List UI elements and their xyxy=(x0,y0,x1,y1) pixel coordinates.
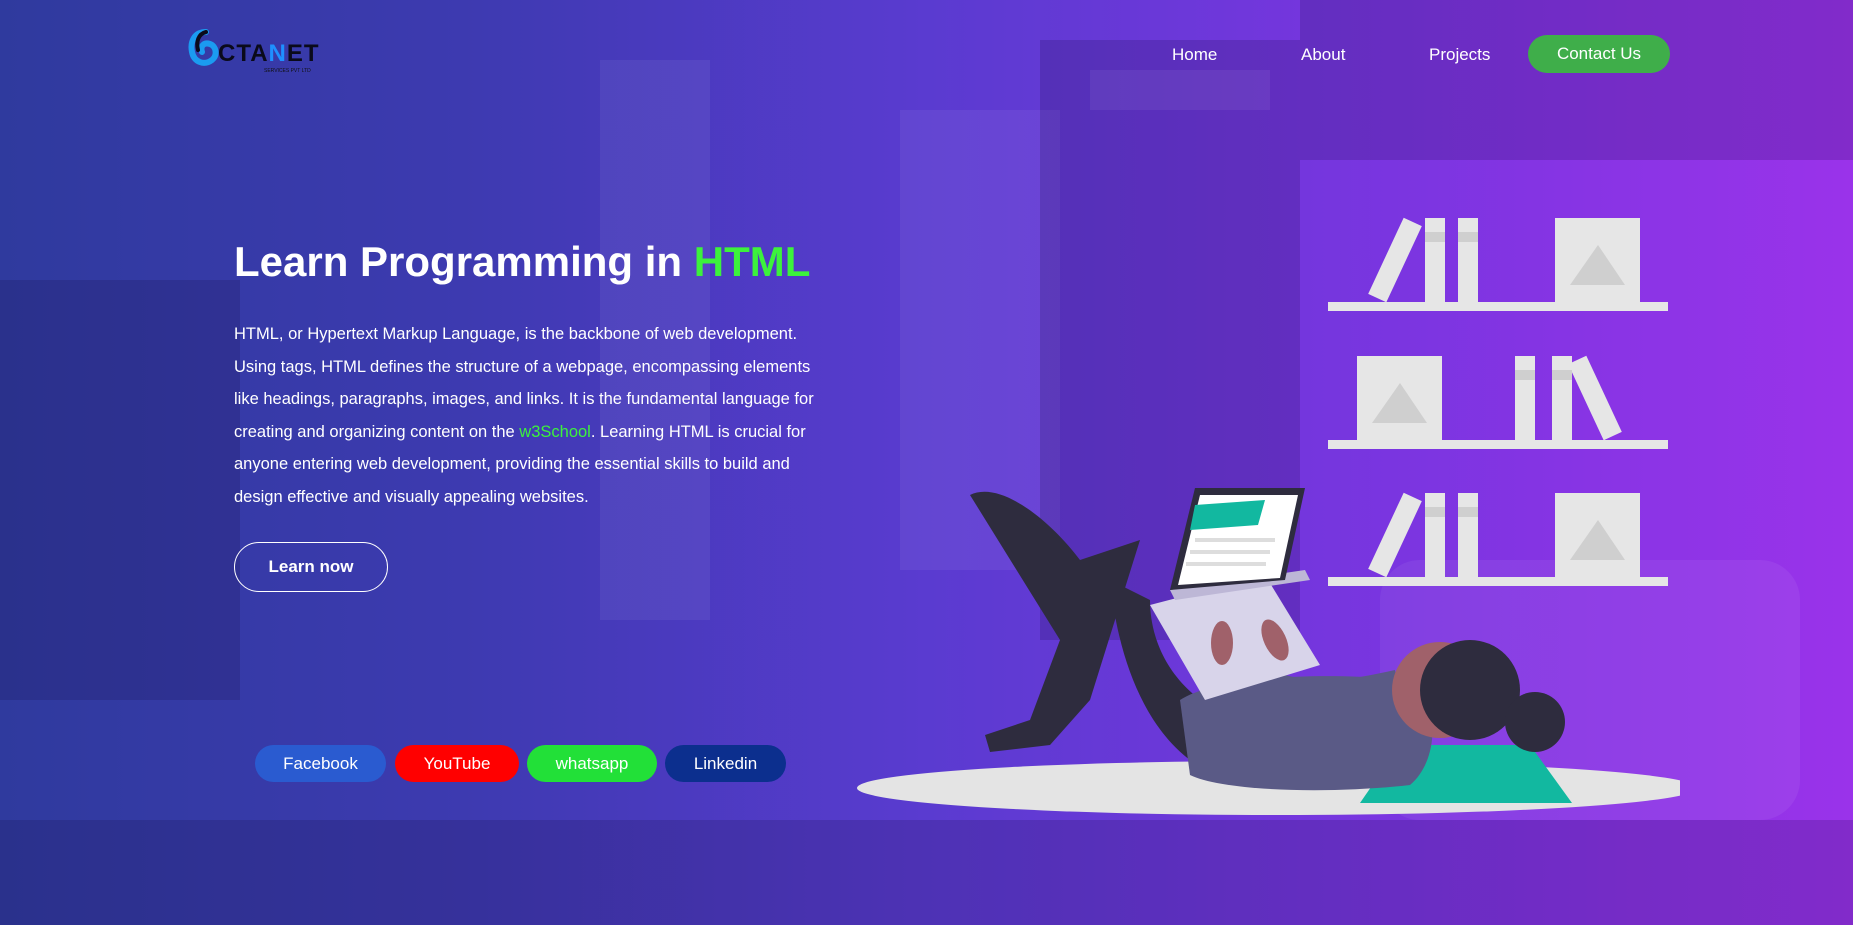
nav-link-home[interactable]: Home xyxy=(1172,45,1217,65)
linkedin-button[interactable]: Linkedin xyxy=(665,745,786,782)
nav-link-about[interactable]: About xyxy=(1301,45,1345,65)
youtube-button[interactable]: YouTube xyxy=(395,745,519,782)
person-reading-laptop-illustration xyxy=(857,217,1680,815)
facebook-button[interactable]: Facebook xyxy=(255,745,386,782)
bookshelf-icon xyxy=(1328,217,1668,586)
hero-title: Learn Programming in HTML xyxy=(234,238,811,285)
whatsapp-button[interactable]: whatsapp xyxy=(527,745,657,782)
hero-title-accent: HTML xyxy=(693,238,811,285)
nav-link-projects[interactable]: Projects xyxy=(1429,45,1490,65)
logo-tagline: SERVICES PVT LTD xyxy=(264,68,311,74)
logo-wordmark: CTANET xyxy=(218,40,320,67)
top-navigation: CTANET SERVICES PVT LTD Home About Proje… xyxy=(0,0,1853,110)
w3school-link[interactable]: w3School xyxy=(519,423,591,441)
contact-us-button[interactable]: Contact Us xyxy=(1528,35,1670,73)
logo-o-icon xyxy=(188,29,219,66)
learn-now-button[interactable]: Learn now xyxy=(234,542,388,592)
hero-description: HTML, or Hypertext Markup Language, is t… xyxy=(234,325,814,506)
octanet-logo[interactable]: CTANET SERVICES PVT LTD xyxy=(188,28,323,78)
